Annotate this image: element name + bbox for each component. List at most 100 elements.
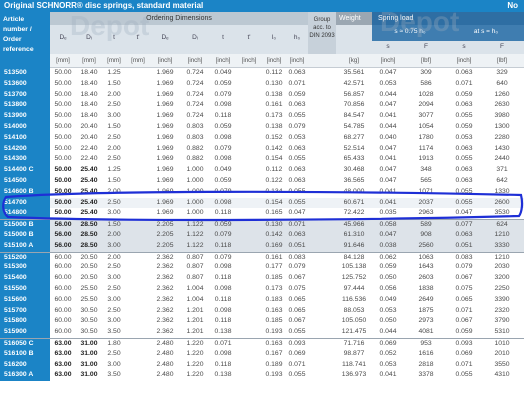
symbol-label: t' <box>136 34 140 41</box>
table-row[interactable]: 513700 50.00 18.40 2.00 1.969 0.724 0.079 0.138… <box>0 89 524 101</box>
table-row[interactable]: 513600 50.00 18.40 1.50 1.969 0.724 0.059 0.130… <box>0 78 524 90</box>
table-cell-w: 84.547 <box>343 112 365 120</box>
table-cell-f1: 1780 <box>418 133 434 141</box>
table-cell-t-in: 0.138 <box>214 371 232 379</box>
table-cell-grp <box>308 79 336 90</box>
article-number-cell[interactable]: 514300 <box>0 154 50 166</box>
table-cell-de: 56.00 <box>54 230 72 238</box>
article-number-cell[interactable]: 515900 <box>0 327 50 338</box>
table-cell-t-in: 0.079 <box>214 90 232 98</box>
table-row[interactable]: 515900 60.00 30.50 3.50 2.362 1.201 0.138 0.193… <box>0 327 524 338</box>
unit-label: [lbf] <box>497 57 507 64</box>
table-row[interactable]: 513800 50.00 18.40 2.50 1.969 0.724 0.098 0.161… <box>0 100 524 112</box>
table-cell-w: 136.973 <box>341 371 367 379</box>
article-number-cell[interactable]: 514600 B <box>0 186 50 198</box>
article-number-cell[interactable]: 515800 <box>0 316 50 328</box>
table-cell-l0: 0.193 <box>265 371 283 379</box>
article-number-cell[interactable]: 516200 <box>0 359 50 371</box>
article-number-cell[interactable]: 514700 <box>0 197 50 209</box>
article-number-cell[interactable]: 513900 <box>0 111 50 122</box>
table-cell-de-in: 1.969 <box>156 133 174 141</box>
article-number-cell[interactable]: 515700 <box>0 305 50 317</box>
article-number-cell[interactable]: 513600 <box>0 78 50 90</box>
article-number-cell[interactable]: 515400 <box>0 273 50 284</box>
table-cell-h0: 0.063 <box>288 176 306 184</box>
article-number-cell[interactable]: 513800 <box>0 100 50 112</box>
table-cell-f2: 5310 <box>494 328 510 336</box>
article-number-cell[interactable]: 515100 A <box>0 240 50 252</box>
article-number-cell[interactable]: 514400 C <box>0 165 50 176</box>
table-cell-t-in: 0.098 <box>214 263 232 271</box>
article-number-cell[interactable]: 514100 <box>0 132 50 144</box>
article-number-cell[interactable]: 513500 <box>0 68 50 79</box>
table-cell-tp <box>126 327 150 338</box>
table-cell-w: 116.536 <box>341 295 367 303</box>
table-row[interactable]: 514700 50.00 25.40 2.50 1.969 1.000 0.098 0.154… <box>0 197 524 209</box>
table-cell-tp <box>126 230 150 241</box>
article-number-cell[interactable]: 514500 <box>0 175 50 187</box>
table-cell-t-in: 0.059 <box>214 176 232 184</box>
unit-cell <box>308 54 336 68</box>
table-row[interactable]: 515600 60.00 25.50 3.00 2.362 1.004 0.118 0.183… <box>0 294 524 306</box>
table-row[interactable]: 515300 60.00 20.50 2.50 2.362 0.807 0.098 0.177… <box>0 262 524 274</box>
article-number-cell[interactable]: 516300 A <box>0 370 50 382</box>
table-cell-h0: 0.063 <box>288 144 306 152</box>
article-number-cell[interactable]: 515500 <box>0 283 50 295</box>
article-number-cell[interactable]: 515300 <box>0 262 50 274</box>
table-cell-l0: 0.173 <box>265 284 283 292</box>
table-row[interactable]: 514800 50.00 25.40 3.00 1.969 1.000 0.118 0.165… <box>0 208 524 220</box>
article-number-cell[interactable]: 514200 <box>0 143 50 155</box>
table-cell-h0: 0.079 <box>288 122 306 130</box>
spring-sub-label: F <box>500 43 504 50</box>
table-cell-de: 50.00 <box>54 176 72 184</box>
article-number-cell[interactable]: 514000 <box>0 121 50 133</box>
table-cell-grp <box>308 176 336 187</box>
table-row[interactable]: 514000 50.00 20.40 1.50 1.969 0.803 0.059 0.138… <box>0 121 524 133</box>
table-row[interactable]: 515100 A 56.00 28.50 3.00 2.205 1.122 0.118 0.1… <box>0 240 524 252</box>
table-row[interactable]: 516050 C 63.00 31.00 1.80 2.480 1.220 0.071 0.1… <box>0 337 524 350</box>
table-row[interactable]: 515000 B 56.00 28.50 2.00 2.205 1.122 0.079 0.1… <box>0 229 524 241</box>
table-cell-de: 56.00 <box>54 241 72 249</box>
article-number-cell[interactable]: 516100 B <box>0 348 50 360</box>
table-cell-de-in: 1.969 <box>156 112 174 120</box>
table-cell-w: 70.856 <box>343 101 365 109</box>
table-row[interactable]: 515200 60.00 20.50 2.00 2.362 0.807 0.079 0.161… <box>0 251 524 264</box>
table-row[interactable]: 516300 A 63.00 31.00 3.50 2.480 1.220 0.138 0.1… <box>0 370 524 382</box>
table-cell-tp-in <box>236 154 262 165</box>
table-cell-de: 60.00 <box>54 295 72 303</box>
spring-sub-header: F <box>404 41 448 54</box>
table-row[interactable]: 515700 60.00 30.50 2.50 2.362 1.201 0.098 0.163… <box>0 305 524 317</box>
table-cell-f1: 2037 <box>418 198 434 206</box>
table-row[interactable]: 515400 60.00 20.50 3.00 2.362 0.807 0.118 0.185… <box>0 273 524 284</box>
table-row[interactable]: 515500 60.00 25.50 2.50 2.362 1.004 0.098 0.173… <box>0 283 524 295</box>
article-number-cell[interactable]: 515600 <box>0 294 50 306</box>
table-cell-di-in: 1.000 <box>186 166 204 174</box>
article-number-cell[interactable]: 515000 B <box>0 229 50 241</box>
table-cell-di: 31.00 <box>80 371 98 379</box>
article-number-cell[interactable]: 513700 <box>0 89 50 101</box>
table-row[interactable]: 516200 63.00 31.00 3.00 2.480 1.220 0.118 0.189… <box>0 359 524 371</box>
table-row[interactable]: 515800 60.00 30.50 3.00 2.362 1.201 0.118 0.185… <box>0 316 524 328</box>
table-cell-tp-in <box>236 349 262 360</box>
table-row[interactable]: 514300 50.00 22.40 2.50 1.969 0.882 0.098 0.154… <box>0 154 524 166</box>
table-cell-tp-in <box>236 295 262 306</box>
table-cell-di-in: 0.807 <box>186 263 204 271</box>
table-row[interactable]: 515000 B 56.00 28.50 1.50 2.205 1.122 0.059 0.1… <box>0 219 524 231</box>
table-row[interactable]: 513900 50.00 18.40 3.00 1.969 0.724 0.118 0.173… <box>0 111 524 122</box>
table-row[interactable]: 514400 C 50.00 25.40 1.25 1.969 1.000 0.049 0.1… <box>0 165 524 176</box>
table-row[interactable]: 514200 50.00 22.40 2.00 1.969 0.882 0.079 0.142… <box>0 143 524 155</box>
table-cell-l0: 0.138 <box>265 122 283 130</box>
table-row[interactable]: 514600 B 50.00 25.40 2.00 1.969 1.000 0.079 0.1… <box>0 186 524 198</box>
table-cell-de: 50.00 <box>54 155 72 163</box>
table-cell-tp-in <box>236 370 262 381</box>
table-row[interactable]: 513500 50.00 18.40 1.25 1.969 0.724 0.049 0.112… <box>0 68 524 79</box>
table-cell-di: 28.50 <box>80 241 98 249</box>
table-row[interactable]: 514100 50.00 20.40 2.50 1.969 0.803 0.098 0.152… <box>0 132 524 144</box>
table-row[interactable]: 516100 B 63.00 31.00 2.50 2.480 1.220 0.098 0.1… <box>0 348 524 360</box>
unit-label: [inch] <box>157 57 173 64</box>
article-number-cell[interactable]: 514800 <box>0 208 50 220</box>
table-cell-t: 2.50 <box>107 349 121 357</box>
symbol-header-cell: t' <box>126 25 150 54</box>
table-cell-f2: 2280 <box>494 133 510 141</box>
table-row[interactable]: 514500 50.00 25.40 1.50 1.969 1.000 0.059 0.122… <box>0 175 524 187</box>
